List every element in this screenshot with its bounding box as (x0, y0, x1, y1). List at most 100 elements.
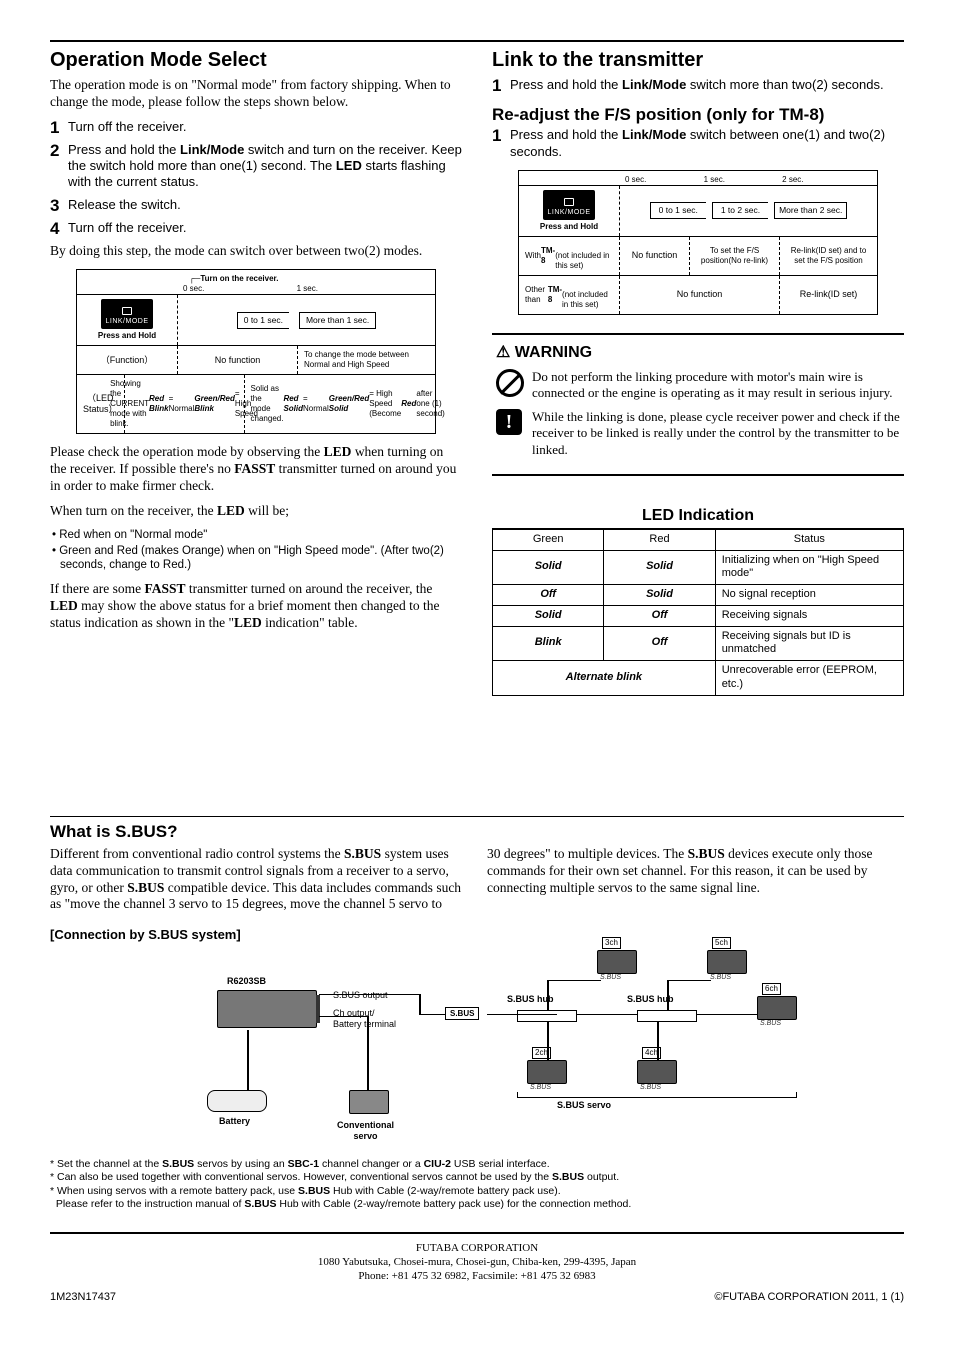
sbus-servo: 2chS.BUS (527, 1060, 567, 1084)
step-num: 1 (492, 127, 510, 144)
table-row: Green Red Status (493, 529, 904, 550)
wire (419, 994, 421, 1014)
step-3: 3 Release the switch. (50, 197, 462, 214)
p-after-steps: By doing this step, the mode can switch … (50, 243, 462, 260)
seg-more-1: More than 1 sec. (299, 312, 376, 329)
battery-label: Battery (219, 1116, 250, 1127)
receiver-label: R6203SB (227, 976, 266, 987)
table-row: OffSolidNo signal reception (493, 585, 904, 606)
top-rule (50, 40, 904, 42)
connection-diagram: R6203SB S.BUS output Ch output/ Battery … (97, 950, 857, 1150)
table-row: Alternate blinkUnrecoverable error (EEPR… (493, 661, 904, 696)
hub-1 (517, 1010, 577, 1022)
step-text: Press and hold the Link/Mode switch more… (510, 77, 904, 93)
link-mode-icon: LINK/MODE (543, 190, 594, 220)
warning-text-2: While the linking is done, please cycle … (532, 409, 900, 458)
seg-more-2: More than 2 sec. (774, 202, 847, 219)
sbus-columns: Different from conventional radio contro… (50, 846, 904, 914)
hub-2 (637, 1010, 697, 1022)
step-1: 1 Turn off the receiver. (50, 119, 462, 136)
p-fasst-note: If there are some FASST transmitter turn… (50, 581, 462, 632)
sbus-section: What is S.BUS? Different from convention… (50, 816, 904, 1213)
other-b: Re-link(ID set) (779, 276, 877, 314)
step-2: 2 Press and hold the Link/Mode switch an… (50, 142, 462, 191)
footer-addr: 1080 Yabutsuka, Chosei-mura, Chosei-gun,… (50, 1256, 904, 1270)
wire (547, 1022, 549, 1060)
left-column: Operation Mode Select The operation mode… (50, 48, 462, 696)
footer-left: 1M23N17437 (50, 1291, 116, 1305)
brace (517, 1092, 797, 1098)
sbus-rule (50, 816, 904, 817)
step-text: Press and hold the Link/Mode switch and … (68, 142, 462, 191)
right-column: Link to the transmitter 1 Press and hold… (492, 48, 904, 696)
th-status: Status (715, 529, 903, 550)
bullet-highspeed: • Green and Red (makes Orange) when on "… (50, 544, 462, 573)
table-row: SolidOffReceiving signals (493, 605, 904, 626)
sbus-col-left: Different from conventional radio contro… (50, 846, 467, 914)
step-4: 4 Turn off the receiver. (50, 220, 462, 237)
h-sbus: What is S.BUS? (50, 821, 904, 842)
func-change: To change the mode between Normal and Hi… (297, 346, 435, 374)
th-green: Green (493, 529, 604, 550)
sbus-output-label: S.BUS output (333, 990, 388, 1001)
wire (247, 1030, 249, 1090)
note-line: * Set the channel at the S.BUS servos by… (50, 1158, 904, 1172)
led-changed: Solid as the mode changed. Red Solid = N… (244, 375, 451, 433)
step-num: 4 (50, 220, 68, 237)
wire (667, 980, 711, 982)
p-turn-on: When turn on the receiver, the LED will … (50, 503, 462, 520)
wire (319, 1016, 369, 1018)
led-table: Green Red Status SolidSolidInitializing … (492, 529, 904, 696)
wire (657, 1022, 659, 1060)
p-check-led: Please check the operation mode by obser… (50, 444, 462, 495)
wire (367, 1016, 369, 1090)
note-line: Please refer to the instruction manual o… (50, 1198, 904, 1212)
table-row: SolidSolidInitializing when on "High Spe… (493, 550, 904, 585)
wire (419, 1014, 445, 1016)
func-no: No function (177, 346, 297, 374)
note-line: * When using servos with a remote batter… (50, 1185, 904, 1199)
footer-corp: FUTABA CORPORATION (50, 1242, 904, 1256)
wire (697, 1014, 757, 1016)
sbus-servo-label: S.BUS servo (557, 1100, 611, 1111)
step-num: 3 (50, 197, 68, 214)
step-num: 2 (50, 142, 68, 159)
step-num: 1 (492, 77, 510, 94)
conv-servo-icon (349, 1090, 389, 1114)
step-num: 1 (50, 119, 68, 136)
link-step: 1 Press and hold the Link/Mode switch mo… (492, 77, 904, 94)
p-mode-intro: The operation mode is on "Normal mode" f… (50, 77, 462, 111)
wire (667, 980, 669, 1010)
tm8-b: To set the F/S position(No re-link) (689, 237, 779, 275)
footer-right: ©FUTABA CORPORATION 2011, 1 (1) (714, 1291, 904, 1305)
step-text: Turn off the receiver. (68, 119, 462, 135)
mode-diagram: ┌─Turn on the receiver. 0 sec. 1 sec. LI… (76, 269, 436, 434)
conn-title: [Connection by S.BUS system] (50, 927, 904, 943)
row-other: Other than TM-8 (not included in this se… (519, 276, 619, 314)
info-icon: ! (496, 409, 524, 437)
sbus-col-right: 30 degrees" to multiple devices. The S.B… (487, 846, 904, 914)
receiver-box (217, 990, 317, 1028)
led-title: LED Indication (492, 506, 904, 529)
main-columns: Operation Mode Select The operation mode… (50, 48, 904, 696)
warning-title: ⚠ WARNING (496, 343, 900, 363)
warning-box: ⚠ WARNING Do not perform the linking pro… (492, 333, 904, 476)
bullet-normal: • Red when on "Normal mode" (50, 528, 462, 542)
footer-rule (50, 1232, 904, 1234)
wire (319, 994, 419, 996)
warning-item-1: Do not perform the linking procedure wit… (496, 369, 900, 402)
link-mode-icon: LINK/MODE (101, 299, 152, 329)
battery-icon (207, 1090, 267, 1112)
step-text: Press and hold the Link/Mode switch betw… (510, 127, 904, 160)
footer-phone: Phone: +81 475 32 6982, Facsimile: +81 4… (50, 1270, 904, 1284)
wire (577, 1014, 637, 1016)
step-text: Turn off the receiver. (68, 220, 462, 236)
prohibit-icon (496, 369, 524, 397)
sbus-servo: 3chS.BUS (597, 950, 637, 974)
row-function-label: （Function） (77, 346, 177, 374)
notes: * Set the channel at the S.BUS servos by… (50, 1158, 904, 1213)
sbus-servo: 6chS.BUS (757, 996, 797, 1020)
seg-0-1: 0 to 1 sec. (237, 312, 289, 329)
h-mode-select: Operation Mode Select (50, 48, 462, 73)
warning-text-1: Do not perform the linking procedure wit… (532, 369, 900, 402)
